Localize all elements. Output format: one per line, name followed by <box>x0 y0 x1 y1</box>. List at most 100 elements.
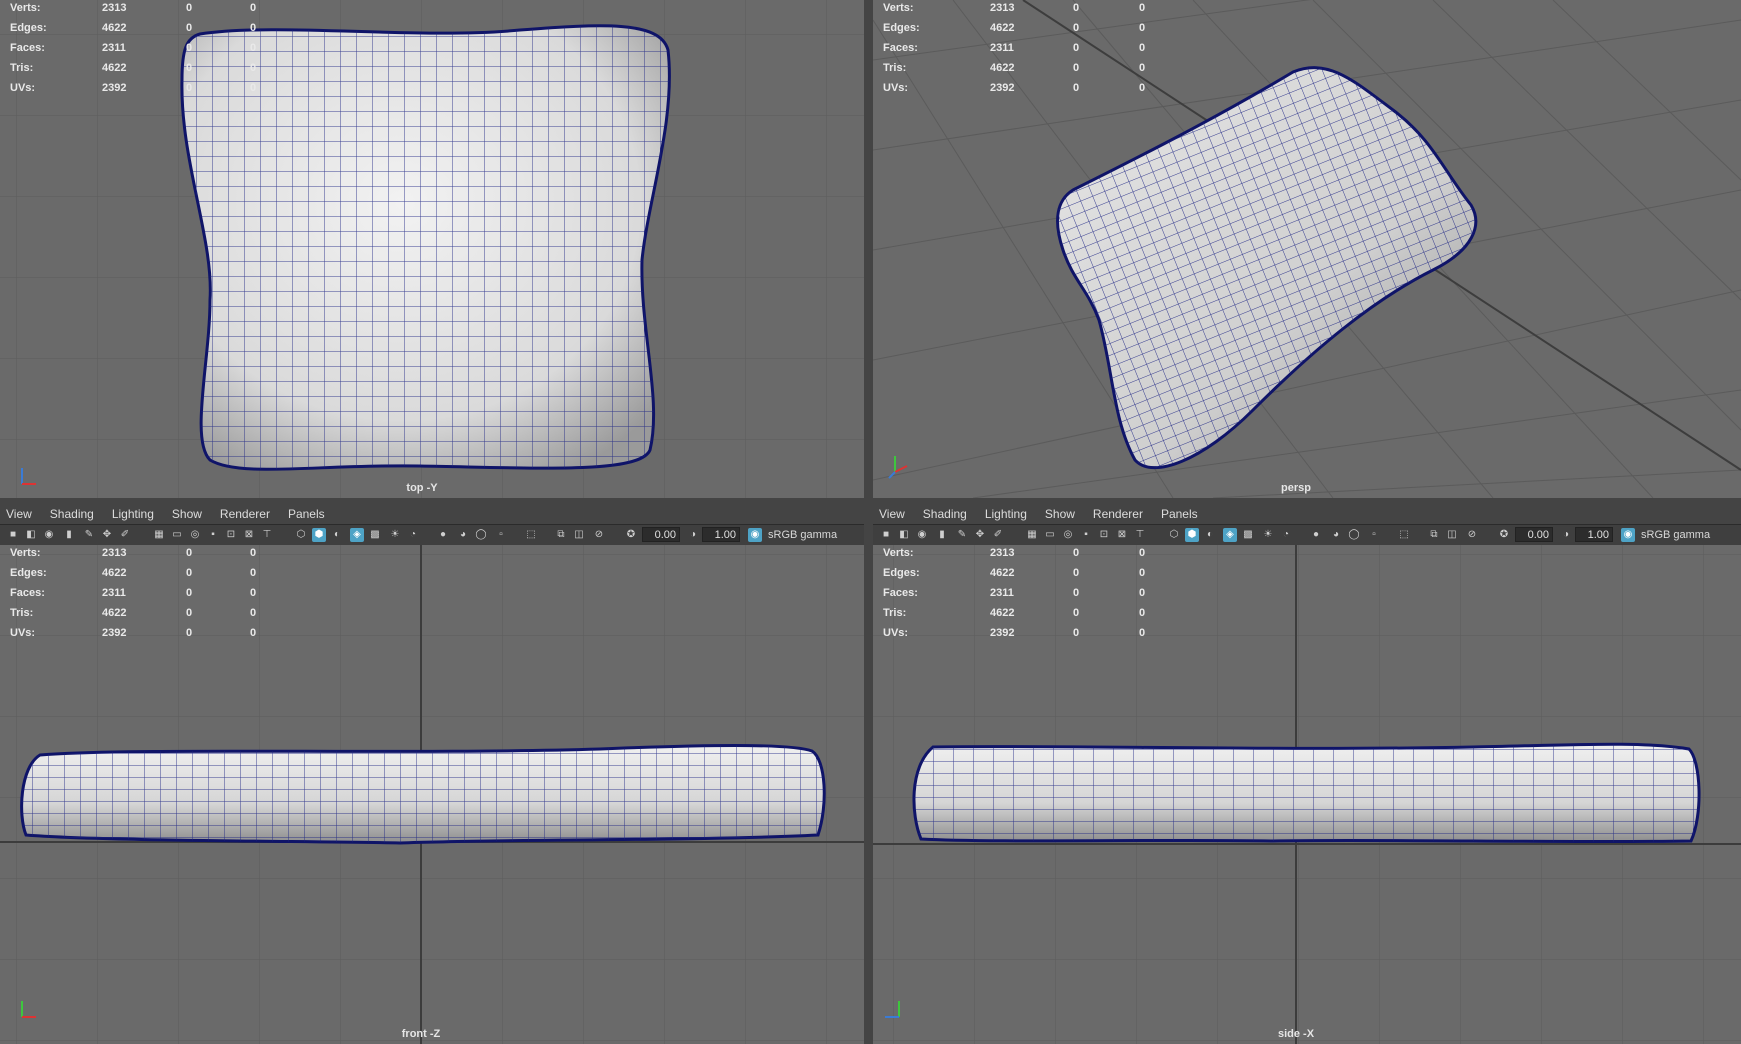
grease-pencil-icon[interactable]: ✐ <box>118 528 132 542</box>
xray-icon[interactable]: ⧉ <box>554 528 568 542</box>
menu-view[interactable]: View <box>879 505 905 524</box>
textured-icon[interactable]: ▩ <box>1241 528 1255 542</box>
field-chart-icon[interactable]: ⊡ <box>1097 528 1111 542</box>
xray-active-icon[interactable]: ◫ <box>572 528 586 542</box>
gamma-icon[interactable]: ◑ <box>1559 528 1573 542</box>
menu-panels[interactable]: Panels <box>288 505 325 524</box>
menu-renderer[interactable]: Renderer <box>220 505 270 524</box>
panel-divider-horizontal[interactable] <box>0 498 1741 505</box>
wireframe-on-shaded-icon[interactable]: ◈ <box>350 528 364 542</box>
wireframe-icon[interactable]: ⬡ <box>1167 528 1181 542</box>
hud-cell: 4622 <box>990 62 1015 74</box>
viewport-side[interactable]: Verts: 2313 0 0 Edges: 4622 0 0 Faces: 2311 0 0 T… <box>873 545 1741 1044</box>
move-icon[interactable]: ✥ <box>973 528 987 542</box>
menu-lighting[interactable]: Lighting <box>112 505 154 524</box>
gamma-input[interactable]: 1.00 <box>702 527 740 542</box>
wireframe-on-shaded-icon[interactable]: ◈ <box>1223 528 1237 542</box>
viewport-persp[interactable]: Verts: 2313 0 0 Edges: 4622 0 0 Faces: 2311 0 0 T… <box>873 0 1741 498</box>
ambient-occlusion-icon[interactable]: ● <box>436 528 450 542</box>
exposure-input[interactable]: 0.00 <box>642 527 680 542</box>
hud-cell: 0 <box>250 547 257 559</box>
menu-shading[interactable]: Shading <box>50 505 94 524</box>
menu-renderer[interactable]: Renderer <box>1093 505 1143 524</box>
move-icon[interactable]: ✥ <box>100 528 114 542</box>
default-material-icon[interactable]: ◐ <box>330 528 344 542</box>
ambient-occlusion-icon[interactable]: ● <box>1309 528 1323 542</box>
isolate-select-icon[interactable]: ⬚ <box>524 528 538 542</box>
lights-icon[interactable]: ☀ <box>388 528 402 542</box>
panel-divider-vertical[interactable] <box>864 0 873 1044</box>
safe-title-icon[interactable]: ⊤ <box>1133 528 1147 542</box>
color-management-icon[interactable]: ◉ <box>748 528 762 542</box>
grid-icon[interactable]: ▦ <box>152 528 166 542</box>
pillow-persp-view <box>1056 66 1478 470</box>
hud-cell: 0 <box>1073 627 1080 639</box>
field-chart-icon[interactable]: ⊡ <box>224 528 238 542</box>
hud-cell: 2311 <box>102 587 126 599</box>
shadows-icon[interactable]: ◔ <box>1279 528 1293 542</box>
resolution-gate-icon[interactable]: ◎ <box>1061 528 1075 542</box>
color-space-select[interactable]: sRGB gamma <box>1641 527 1710 543</box>
hud-cell: 2311 <box>990 587 1014 599</box>
wireframe-icon[interactable]: ⬡ <box>294 528 308 542</box>
color-space-select[interactable]: sRGB gamma <box>768 527 837 543</box>
smooth-shade-icon[interactable]: ⬢ <box>1185 528 1199 542</box>
camera-icon[interactable]: ■ <box>879 528 893 542</box>
exposure-icon[interactable]: ✪ <box>624 528 638 542</box>
menu-lighting[interactable]: Lighting <box>985 505 1027 524</box>
shadows-icon[interactable]: ◔ <box>406 528 420 542</box>
camera-label-top: top -Y <box>406 482 438 494</box>
hud-cell: Edges: <box>10 22 47 34</box>
pencil-icon[interactable]: ✎ <box>955 528 969 542</box>
depth-of-field-icon[interactable]: ▫ <box>494 528 508 542</box>
safe-action-icon[interactable]: ⊠ <box>1115 528 1129 542</box>
textured-icon[interactable]: ▩ <box>368 528 382 542</box>
default-material-icon[interactable]: ◐ <box>1203 528 1217 542</box>
gamma-input[interactable]: 1.00 <box>1575 527 1613 542</box>
menu-show[interactable]: Show <box>172 505 202 524</box>
anti-aliasing-icon[interactable]: ◯ <box>1347 528 1361 542</box>
film-gate-icon[interactable]: ▭ <box>170 528 184 542</box>
grid-icon[interactable]: ▦ <box>1025 528 1039 542</box>
camera-icon[interactable]: ■ <box>6 528 20 542</box>
grease-pencil-icon[interactable]: ✐ <box>991 528 1005 542</box>
menu-view[interactable]: View <box>6 505 32 524</box>
film-gate-icon[interactable]: ▭ <box>1043 528 1057 542</box>
xray-joints-icon[interactable]: ⊘ <box>1465 528 1479 542</box>
safe-action-icon[interactable]: ⊠ <box>242 528 256 542</box>
safe-title-icon[interactable]: ⊤ <box>260 528 274 542</box>
camera-bookmark-icon[interactable]: ◉ <box>42 528 56 542</box>
exposure-icon[interactable]: ✪ <box>1497 528 1511 542</box>
motion-blur-icon[interactable]: ◕ <box>1329 528 1343 542</box>
pencil-icon[interactable]: ✎ <box>82 528 96 542</box>
hud-cell: Tris: <box>10 607 34 619</box>
bookmark-icon[interactable]: ▮ <box>62 528 76 542</box>
exposure-input[interactable]: 0.00 <box>1515 527 1553 542</box>
camera-bookmark-icon[interactable]: ◉ <box>915 528 929 542</box>
gate-mask-icon[interactable]: ▪ <box>206 528 220 542</box>
hud-cell: 0 <box>186 2 193 14</box>
anti-aliasing-icon[interactable]: ◯ <box>474 528 488 542</box>
xray-icon[interactable]: ⧉ <box>1427 528 1441 542</box>
depth-of-field-icon[interactable]: ▫ <box>1367 528 1381 542</box>
viewport-top[interactable]: Verts: 2313 0 0 Edges: 4622 0 0 Faces: 2311 0 0 T… <box>0 0 864 498</box>
camera-attributes-icon[interactable]: ◧ <box>897 528 911 542</box>
xray-joints-icon[interactable]: ⊘ <box>592 528 606 542</box>
menu-shading[interactable]: Shading <box>923 505 967 524</box>
bookmark-icon[interactable]: ▮ <box>935 528 949 542</box>
menu-show[interactable]: Show <box>1045 505 1075 524</box>
isolate-select-icon[interactable]: ⬚ <box>1397 528 1411 542</box>
viewport-front[interactable]: Verts: 2313 0 0 Edges: 4622 0 0 Faces: 2311 0 0 T… <box>0 545 864 1044</box>
motion-blur-icon[interactable]: ◕ <box>456 528 470 542</box>
gamma-icon[interactable]: ◑ <box>686 528 700 542</box>
hud-cell: 2311 <box>102 42 126 54</box>
smooth-shade-icon[interactable]: ⬢ <box>312 528 326 542</box>
lights-icon[interactable]: ☀ <box>1261 528 1275 542</box>
gate-mask-icon[interactable]: ▪ <box>1079 528 1093 542</box>
menu-panels[interactable]: Panels <box>1161 505 1198 524</box>
hud-cell: 4622 <box>102 62 127 74</box>
camera-attributes-icon[interactable]: ◧ <box>24 528 38 542</box>
resolution-gate-icon[interactable]: ◎ <box>188 528 202 542</box>
color-management-icon[interactable]: ◉ <box>1621 528 1635 542</box>
xray-active-icon[interactable]: ◫ <box>1445 528 1459 542</box>
